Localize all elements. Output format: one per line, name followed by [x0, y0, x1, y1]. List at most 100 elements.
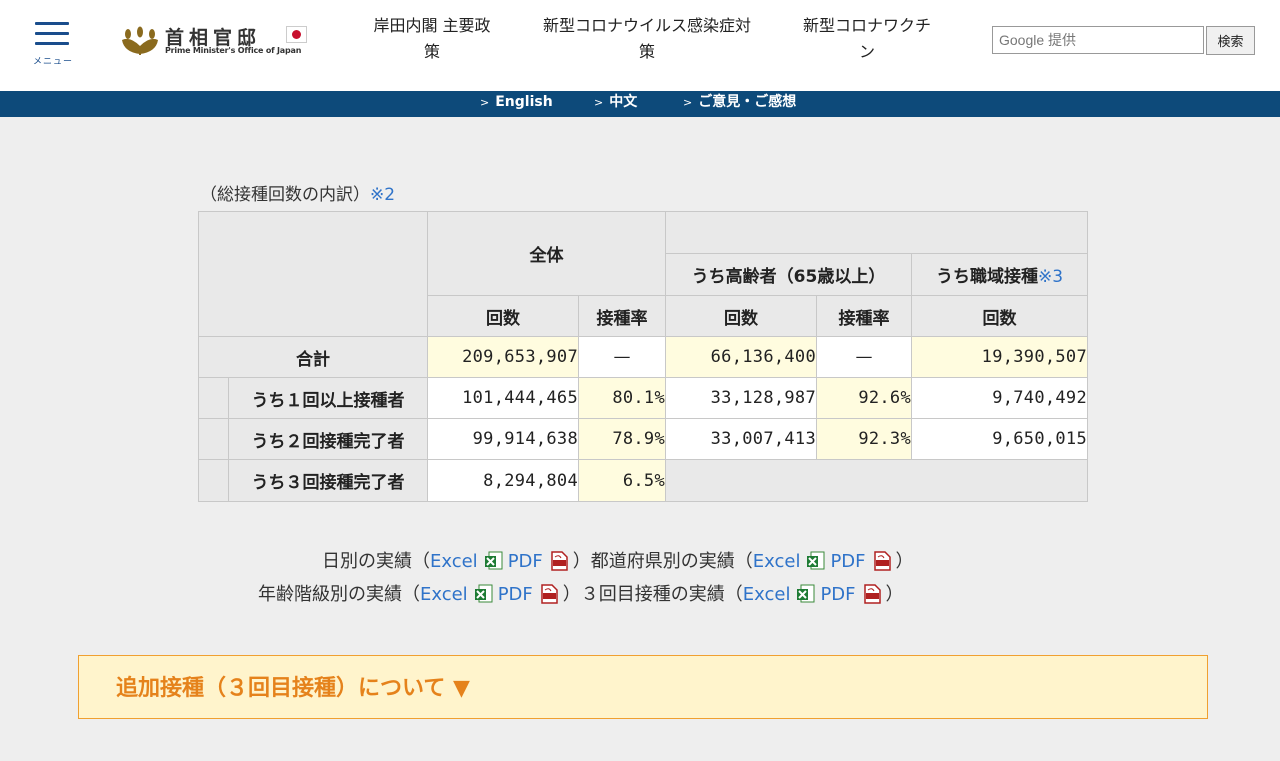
- paren: ）: [895, 551, 914, 572]
- nav-covid-measures[interactable]: 新型コロナウイルス感染症対 策: [520, 13, 774, 65]
- excel-link[interactable]: Excel: [420, 584, 468, 605]
- chevron-right-icon: >: [683, 96, 693, 109]
- excel-link[interactable]: Excel: [753, 551, 801, 572]
- header-elderly: うち高齢者（65歳以上）: [665, 253, 912, 296]
- subheader-count: 回数: [665, 295, 817, 337]
- header-spacer: [664, 211, 1089, 254]
- vaccination-breakdown-table: 全体 うち高齢者（65歳以上） うち職域接種※3 回数 接種率 回数 接種率 回…: [198, 211, 1089, 502]
- pdf-link[interactable]: PDF: [820, 584, 855, 605]
- accordion-title: 追加接種（３回目接種）について ▼: [116, 676, 470, 701]
- row-label-total: 合計: [198, 336, 428, 378]
- nav-line: 策: [423, 42, 440, 61]
- subheader-rate: 接種率: [578, 295, 666, 337]
- link-row: 年齢階級別の実績（Excel PDF ）３回目接種の実績（Excel PDF）: [258, 582, 904, 608]
- link-label: English: [495, 94, 553, 110]
- pdf-icon[interactable]: [872, 551, 892, 571]
- paren: ）: [562, 584, 581, 605]
- cell-elderly-count: 33,128,987: [665, 377, 817, 419]
- caption-text: （総接種回数の内訳）: [200, 185, 370, 205]
- table-row: うち３回接種完了者 8,294,804 6.5%: [198, 459, 1089, 502]
- hamburger-icon-line: [35, 42, 69, 45]
- logo-english: Prime Minister's Office of Japan: [165, 46, 302, 55]
- site-logo[interactable]: 首相官邸 Prime Minister's Office of Japan: [120, 22, 320, 62]
- excel-link[interactable]: Excel: [743, 584, 791, 605]
- excel-icon[interactable]: [484, 551, 504, 571]
- language-bar: > English > 中文 > ご意見・ご感想: [0, 91, 1280, 117]
- table-row: うち２回接種完了者 99,914,638 78.9% 33,007,413 92…: [198, 418, 1089, 460]
- link-text-age: 年齢階級別の実績（: [258, 584, 420, 605]
- link-text-third-dose: ３回目接種の実績（: [580, 584, 743, 605]
- link-feedback[interactable]: > ご意見・ご感想: [683, 91, 796, 113]
- cell-elderly-count: 66,136,400: [665, 336, 817, 378]
- pdf-icon[interactable]: [549, 551, 569, 571]
- excel-icon[interactable]: [806, 551, 826, 571]
- cell-elderly-rate: 92.6%: [816, 377, 912, 419]
- excel-icon[interactable]: [474, 584, 494, 604]
- menu-button[interactable]: メニュー: [30, 18, 76, 68]
- header-workplace-label: うち職域接種: [935, 267, 1038, 287]
- excel-icon[interactable]: [796, 584, 816, 604]
- pdf-link[interactable]: PDF: [508, 551, 543, 572]
- paulownia-crest-icon: [122, 26, 158, 55]
- link-label: ご意見・ご感想: [698, 94, 797, 110]
- table-caption: （総接種回数の内訳）※2: [200, 180, 395, 205]
- excel-link[interactable]: Excel: [430, 551, 478, 572]
- indent-cell: [198, 418, 229, 460]
- menu-label: メニュー: [32, 57, 73, 67]
- subheader-rate: 接種率: [816, 295, 912, 337]
- hamburger-icon: [35, 22, 69, 25]
- header-workplace: うち職域接種※3: [910, 253, 1089, 296]
- pdf-icon[interactable]: [539, 584, 559, 604]
- site-header: メニュー 首相官邸 Prime Minister's Office of Jap…: [0, 0, 1280, 91]
- caption-note-link[interactable]: ※2: [370, 185, 395, 205]
- header-corner: [198, 211, 428, 337]
- link-text-daily: 日別の実績（: [322, 551, 430, 572]
- subheader-count: 回数: [427, 295, 579, 337]
- cell-overall-count: 8,294,804: [427, 459, 579, 502]
- indent-cell: [198, 377, 229, 419]
- pdf-icon[interactable]: [862, 584, 882, 604]
- japan-flag-icon: [286, 26, 307, 43]
- nav-kishida-cabinet-policies[interactable]: 岸田内閣 主要政 策: [358, 13, 506, 65]
- cell-overall-count: 101,444,465: [427, 377, 579, 419]
- cell-overall-rate: 80.1%: [578, 377, 666, 419]
- cell-overall-rate: —: [578, 336, 666, 378]
- row-label: うち３回接種完了者: [228, 459, 428, 502]
- paren: ）: [885, 584, 904, 605]
- paren: ）: [572, 551, 591, 572]
- cell-elderly-rate: 92.3%: [816, 418, 912, 460]
- nav-line: 策: [638, 42, 655, 61]
- cell-elderly-count: 33,007,413: [665, 418, 817, 460]
- cell-workplace-count: 9,650,015: [910, 418, 1089, 460]
- indent-cell: [198, 459, 229, 502]
- empty-cell: [664, 459, 1089, 502]
- cell-workplace-count: 9,740,492: [910, 377, 1089, 419]
- cell-overall-rate: 6.5%: [578, 459, 666, 502]
- nav-covid-vaccine[interactable]: 新型コロナワクチ ン: [788, 13, 946, 65]
- cell-workplace-count: 19,390,507: [910, 336, 1089, 378]
- workplace-note-link[interactable]: ※3: [1038, 267, 1063, 287]
- link-row: 日別の実績（Excel PDF ）都道府県別の実績（Excel PDF）: [322, 549, 914, 575]
- link-chinese[interactable]: > 中文: [594, 91, 637, 113]
- cell-overall-count: 209,653,907: [427, 336, 579, 378]
- pdf-link[interactable]: PDF: [498, 584, 533, 605]
- nav-line: 岸田内閣 主要政: [373, 16, 491, 35]
- row-label: うち１回以上接種者: [228, 377, 428, 419]
- hamburger-icon-line: [35, 32, 69, 35]
- row-label: うち２回接種完了者: [228, 418, 428, 460]
- table-row: 合計 209,653,907 — 66,136,400 — 19,390,507: [198, 336, 1089, 378]
- table-row: うち１回以上接種者 101,444,465 80.1% 33,128,987 9…: [198, 377, 1089, 419]
- cell-overall-count: 99,914,638: [427, 418, 579, 460]
- nav-line: 新型コロナウイルス感染症対: [542, 16, 751, 35]
- nav-line: ン: [858, 42, 875, 61]
- link-english[interactable]: > English: [480, 91, 553, 113]
- pdf-link[interactable]: PDF: [830, 551, 865, 572]
- link-label: 中文: [609, 94, 638, 110]
- search-input[interactable]: [992, 26, 1204, 54]
- cell-overall-rate: 78.9%: [578, 418, 666, 460]
- subheader-count: 回数: [910, 295, 1089, 337]
- nav-line: 新型コロナワクチ: [802, 16, 931, 35]
- search-button[interactable]: 検索: [1206, 26, 1255, 55]
- chevron-right-icon: >: [480, 96, 490, 109]
- booster-accordion[interactable]: 追加接種（３回目接種）について ▼: [78, 655, 1208, 719]
